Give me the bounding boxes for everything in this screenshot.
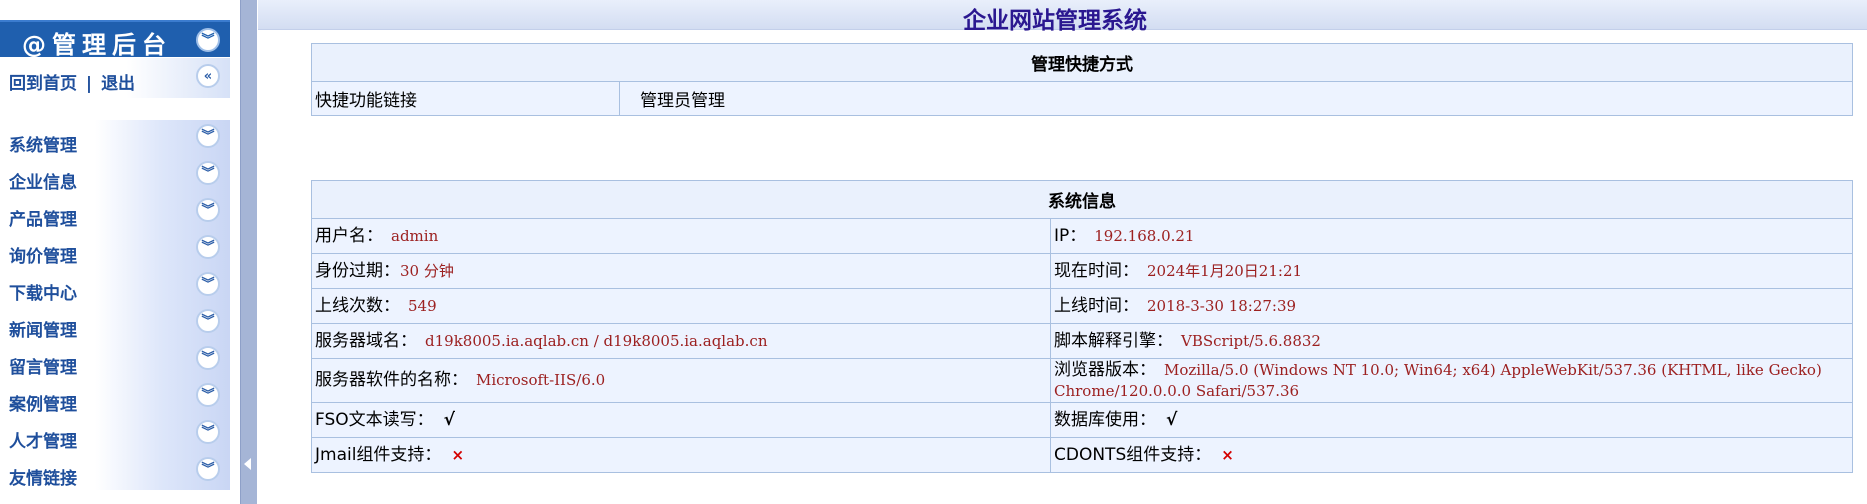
now-value: 2024年1月20日21:21	[1147, 261, 1303, 280]
logout-link[interactable]: 退出	[101, 74, 135, 94]
browser-label: 浏览器版本：	[1054, 359, 1156, 380]
sidebar-item-inquiries[interactable]: 询价管理 ︾	[0, 231, 230, 268]
username-value: admin	[391, 226, 439, 245]
cross-icon: ×	[451, 445, 465, 464]
sidebar-title: @管理后台	[22, 31, 172, 59]
sidebar-menu: 系统管理 ︾ 企业信息 ︾ 产品管理 ︾ 询价管理 ︾ 下载中心 ︾ 新闻管理 …	[0, 120, 230, 504]
sidebar-item-label: 产品管理	[9, 210, 77, 230]
sidebar-item-label: 案例管理	[9, 395, 77, 415]
script-engine-value: VBScript/5.6.8832	[1181, 331, 1321, 350]
login-count-label: 上线次数：	[315, 295, 400, 316]
now-cell: 现在时间： 2024年1月20日21:21	[1050, 253, 1853, 289]
browser-cell: 浏览器版本： Mozilla/5.0 (Windows NT 10.0; Win6…	[1050, 358, 1853, 403]
login-count-cell: 上线次数： 549	[311, 288, 1051, 324]
browser-value: Mozilla/5.0 (Windows NT 10.0; Win64; x64…	[1054, 360, 1822, 400]
database-cell: 数据库使用： √	[1050, 402, 1853, 438]
system-info-heading: 系统信息	[311, 180, 1853, 219]
sidebar-item-company[interactable]: 企业信息 ︾	[0, 157, 230, 194]
login-time-value: 2018-3-30 18:27:39	[1147, 296, 1297, 315]
top-bar: 企业网站管理系统	[258, 0, 1867, 34]
jmail-cell: Jmail组件支持： ×	[311, 437, 1051, 473]
server-software-label: 服务器软件的名称：	[315, 370, 468, 390]
ip-value: 192.168.0.21	[1094, 226, 1195, 245]
server-software-cell: 服务器软件的名称： Microsoft-IIS/6.0	[311, 358, 1051, 403]
check-icon: √	[1166, 409, 1178, 430]
sidebar-item-label: 下载中心	[9, 284, 77, 304]
check-icon: √	[443, 409, 455, 430]
page-title: 企业网站管理系统	[963, 8, 1147, 34]
fso-label: FSO文本读写：	[315, 409, 434, 430]
fso-cell: FSO文本读写： √	[311, 402, 1051, 438]
sidebar-item-messages[interactable]: 留言管理 ︾	[0, 342, 230, 379]
chevron-down-icon[interactable]: ︾	[196, 124, 220, 148]
server-software-value: Microsoft-IIS/6.0	[476, 371, 606, 389]
chevron-down-icon[interactable]: ︾	[196, 309, 220, 333]
chevron-down-icon[interactable]: ︾	[196, 198, 220, 222]
sidebar-item-label: 系统管理	[9, 136, 77, 156]
chevron-left-icon[interactable]: «	[196, 64, 220, 88]
sidebar-item-system[interactable]: 系统管理 ︾	[0, 120, 230, 157]
username-label: 用户名：	[315, 225, 383, 246]
sidebar-header: @管理后台 ︾	[0, 20, 230, 59]
chevron-down-icon[interactable]: ︾	[196, 457, 220, 481]
sidebar-item-label: 企业信息	[9, 173, 77, 193]
cdonts-cell: CDONTS组件支持： ×	[1050, 437, 1853, 473]
sidebar-item-label: 留言管理	[9, 358, 77, 378]
sidebar-quick-links: 回到首页 | 退出 «	[0, 58, 230, 98]
expire-value: 30 分钟	[400, 261, 454, 280]
main-content: 企业网站管理系统 管理快捷方式 快捷功能链接 管理员管理 系统信息 用户名： ad…	[258, 0, 1867, 504]
quick-links-heading: 管理快捷方式	[311, 43, 1853, 82]
database-label: 数据库使用：	[1054, 409, 1156, 430]
chevron-down-icon[interactable]: ︾	[196, 161, 220, 185]
sidebar-item-label: 人才管理	[9, 432, 77, 452]
login-time-label: 上线时间：	[1054, 295, 1139, 316]
chevron-down-icon[interactable]: ︾	[196, 346, 220, 370]
expire-cell: 身份过期：30 分钟	[311, 253, 1051, 289]
chevron-down-icon[interactable]: ︾	[196, 28, 220, 52]
sidebar-item-label: 新闻管理	[9, 321, 77, 341]
domain-label: 服务器域名：	[315, 330, 417, 351]
sidebar-item-news[interactable]: 新闻管理 ︾	[0, 305, 230, 342]
sidebar-item-downloads[interactable]: 下载中心 ︾	[0, 268, 230, 305]
sidebar-item-friend-links[interactable]: 友情链接 ︾	[0, 453, 230, 490]
domain-value: d19k8005.ia.aqlab.cn / d19k8005.ia.aqlab…	[425, 331, 768, 350]
ip-cell: IP： 192.168.0.21	[1050, 218, 1853, 254]
system-info-table: 系统信息 用户名： admin IP： 192.168.0.21 身份过期：30 分…	[311, 180, 1853, 473]
sidebar-item-label: 友情链接	[9, 469, 77, 489]
quick-links-table: 管理快捷方式 快捷功能链接 管理员管理	[311, 43, 1853, 116]
login-time-cell: 上线时间： 2018-3-30 18:27:39	[1050, 288, 1853, 324]
username-cell: 用户名： admin	[311, 218, 1051, 254]
jmail-label: Jmail组件支持：	[315, 444, 442, 465]
cdonts-label: CDONTS组件支持：	[1054, 444, 1212, 465]
chevron-down-icon[interactable]: ︾	[196, 235, 220, 259]
script-engine-label: 脚本解释引擎：	[1054, 330, 1173, 351]
home-link[interactable]: 回到首页	[9, 74, 77, 94]
sidebar-item-label: 询价管理	[9, 247, 77, 267]
expire-label: 身份过期：	[315, 260, 400, 281]
now-label: 现在时间：	[1054, 260, 1139, 281]
script-engine-cell: 脚本解释引擎： VBScript/5.6.8832	[1050, 323, 1853, 359]
chevron-down-icon[interactable]: ︾	[196, 272, 220, 296]
sidebar: @管理后台 ︾ 回到首页 | 退出 « 系统管理 ︾ 企业信息 ︾ 产品管理 ︾…	[0, 0, 232, 504]
admin-management-link[interactable]: 管理员管理	[619, 81, 1853, 116]
chevron-down-icon[interactable]: ︾	[196, 383, 220, 407]
login-count-value: 549	[408, 296, 437, 315]
sidebar-item-cases[interactable]: 案例管理 ︾	[0, 379, 230, 416]
sidebar-splitter[interactable]	[240, 0, 257, 504]
cross-icon: ×	[1221, 445, 1234, 464]
sidebar-item-talent[interactable]: 人才管理 ︾	[0, 416, 230, 453]
sidebar-item-products[interactable]: 产品管理 ︾	[0, 194, 230, 231]
link-separator: |	[85, 74, 93, 94]
collapse-arrow-icon[interactable]	[244, 458, 251, 470]
ip-label: IP：	[1054, 225, 1087, 246]
chevron-down-icon[interactable]: ︾	[196, 420, 220, 444]
domain-cell: 服务器域名： d19k8005.ia.aqlab.cn / d19k8005.ia…	[311, 323, 1051, 359]
quick-links-label: 快捷功能链接	[311, 81, 620, 116]
